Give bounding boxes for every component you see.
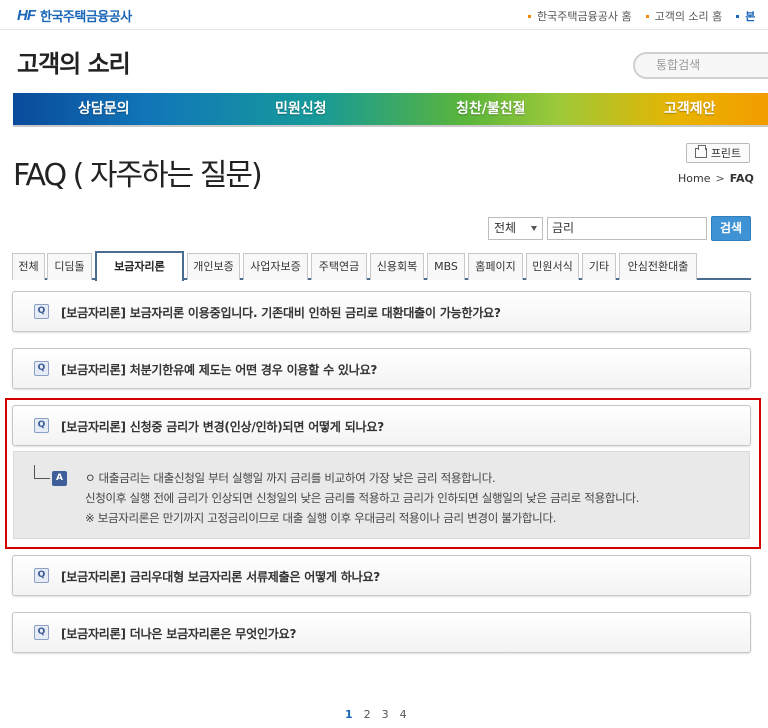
tab-business-guarantee[interactable]: 사업자보증 <box>243 253 308 280</box>
breadcrumb-current: FAQ <box>729 172 754 185</box>
utility-links: 한국주택금융공사 홈 고객의 소리 홈 본 <box>528 8 768 24</box>
pagination: 1 2 3 4 <box>345 708 418 721</box>
faq-question: [보금자리론] 금리우대형 보금자리론 서류제출은 어떻게 하나요? <box>61 570 381 584</box>
question-icon: Q <box>34 304 49 319</box>
faq-search-button[interactable]: 검색 <box>711 216 751 241</box>
page-link-current[interactable]: 1 <box>345 708 353 721</box>
dropdown-arrow-icon <box>531 226 537 231</box>
nav-praise-unkindness[interactable]: 칭찬/불친절 <box>456 93 526 125</box>
faq-question: [보금자리론] 처분기한유예 제도는 어떤 경우 이용할 수 있나요? <box>61 363 378 377</box>
printer-icon <box>694 145 707 158</box>
print-button[interactable]: 프린트 <box>686 143 750 163</box>
hf-logo[interactable]: HF 한국주택금융공사 <box>17 6 132 25</box>
main-navigation: 상담문의 민원신청 칭찬/불친절 고객제안 <box>13 93 768 127</box>
faq-question: [보금자리론] 신청중 금리가 변경(인상/인하)되면 어떻게 되나요? <box>61 420 384 434</box>
faq-scope-select[interactable]: 전체 <box>488 217 543 240</box>
tab-forms[interactable]: 민원서식 <box>526 253 579 280</box>
branch-connector-icon <box>34 465 50 479</box>
faq-question: [보금자리론] 보금자리론 이용중입니다. 기존대비 인하된 금리로 대환대출이… <box>61 306 501 320</box>
hf-logo-text: 한국주택금융공사 <box>40 10 132 25</box>
tab-housing-pension[interactable]: 주택연금 <box>311 253 367 280</box>
answer-icon: A <box>52 471 67 486</box>
faq-item[interactable]: Q [보금자리론] 금리우대형 보금자리론 서류제출은 어떻게 하나요? <box>12 555 751 596</box>
faq-question: [보금자리론] 더나은 보금자리론은 무엇인가요? <box>61 627 297 641</box>
util-link-voice-home[interactable]: 고객의 소리 홈 <box>645 8 722 24</box>
question-icon: Q <box>34 418 49 433</box>
tab-credit-recovery[interactable]: 신용회복 <box>370 253 424 280</box>
page-link[interactable]: 2 <box>364 708 371 721</box>
tab-mbs[interactable]: MBS <box>427 253 465 280</box>
page-link[interactable]: 4 <box>400 708 407 721</box>
question-icon: Q <box>34 361 49 376</box>
faq-search-input[interactable]: 금리 <box>547 217 707 240</box>
answer-line: ㅇ 대출금리는 대출신청일 부터 실행일 까지 금리를 비교하여 가장 낮은 금… <box>85 471 496 485</box>
faq-item[interactable]: Q [보금자리론] 처분기한유예 제도는 어떤 경우 이용할 수 있나요? <box>12 348 751 389</box>
answer-line: 신청이후 실행 전에 금리가 인상되면 신청일의 낮은 금리를 적용하고 금리가… <box>85 491 640 505</box>
page-title: FAQ ( 자주하는 질문) <box>13 158 263 193</box>
tab-bogeumjari[interactable]: 보금자리론 <box>95 251 184 281</box>
answer-line: ※ 보금자리론은 만기까지 고정금리이므로 대출 실행 이후 우대금리 적용이나… <box>85 511 557 525</box>
nav-customer-proposal[interactable]: 고객제안 <box>664 93 716 125</box>
tab-didimdol[interactable]: 디딤돌 <box>47 253 92 280</box>
nav-complaint[interactable]: 민원신청 <box>275 93 327 125</box>
print-label: 프린트 <box>710 147 742 160</box>
global-search-input[interactable]: 통합검색 <box>633 52 768 79</box>
bullet-icon <box>528 14 531 18</box>
util-link-hf-home[interactable]: 한국주택금융공사 홈 <box>528 8 632 24</box>
question-icon: Q <box>34 568 49 583</box>
page-link[interactable]: 3 <box>382 708 389 721</box>
category-tabs: 전체 디딤돌 보금자리론 개인보증 사업자보증 주택연금 신용회복 MBS 홈페… <box>12 251 751 281</box>
bullet-icon <box>645 14 649 18</box>
top-utility-bar: HF 한국주택금융공사 한국주택금융공사 홈 고객의 소리 홈 본 <box>0 0 768 30</box>
question-icon: Q <box>34 625 49 640</box>
chevron-right-icon: > <box>715 172 725 185</box>
tab-personal-guarantee[interactable]: 개인보증 <box>187 253 240 280</box>
section-title: 고객의 소리 <box>17 50 131 78</box>
tab-homepage[interactable]: 홈페이지 <box>468 253 523 280</box>
bullet-icon <box>736 14 740 18</box>
breadcrumb-home[interactable]: Home <box>678 172 710 185</box>
tab-all[interactable]: 전체 <box>12 253 45 280</box>
faq-item[interactable]: Q [보금자리론] 보금자리론 이용중입니다. 기존대비 인하된 금리로 대환대… <box>12 291 751 332</box>
util-link-truncated[interactable]: 본 <box>736 8 755 24</box>
breadcrumb: Home > FAQ <box>678 172 754 185</box>
faq-answer: A ㅇ 대출금리는 대출신청일 부터 실행일 까지 금리를 비교하여 가장 낮은… <box>13 451 750 539</box>
faq-item[interactable]: Q [보금자리론] 더나은 보금자리론은 무엇인가요? <box>12 612 751 653</box>
tab-etc[interactable]: 기타 <box>582 253 616 280</box>
hf-logo-mark: HF <box>17 7 36 24</box>
faq-item-expanded[interactable]: Q [보금자리론] 신청중 금리가 변경(인상/인하)되면 어떻게 되나요? <box>12 405 751 446</box>
tab-safe-conversion-loan[interactable]: 안심전환대출 <box>619 253 697 280</box>
nav-consultation[interactable]: 상담문의 <box>78 93 130 125</box>
